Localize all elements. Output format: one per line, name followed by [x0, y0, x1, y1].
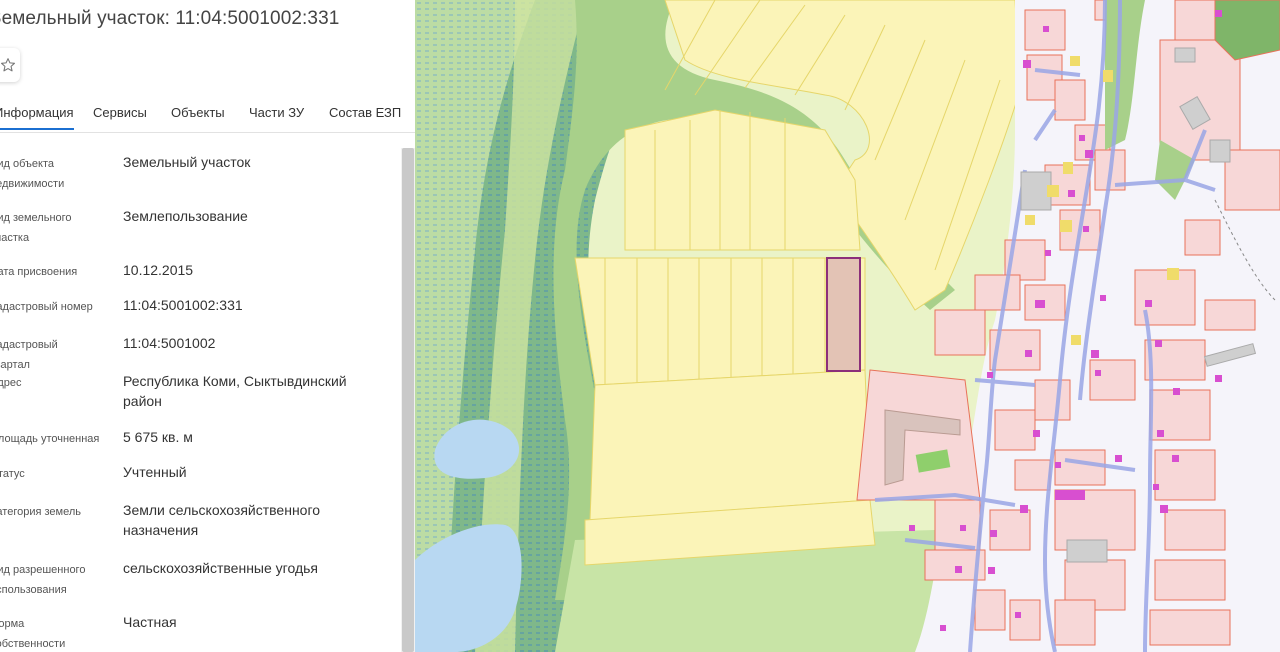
- property-label: Форма собственности: [0, 618, 66, 650]
- property-label: Дата присвоения: [0, 266, 78, 278]
- property-value: 5 675 кв. м: [123, 429, 193, 445]
- star-icon: [0, 58, 15, 72]
- property-label: Адрес: [0, 377, 22, 389]
- cadastral-map[interactable]: [415, 0, 1280, 652]
- scrollbar-thumb[interactable]: [402, 148, 414, 652]
- property-label: Кадастровый номер: [0, 301, 93, 313]
- tab-ezp-composition[interactable]: Состав ЕЗП: [329, 105, 401, 120]
- agricultural-parcel: [624, 109, 861, 251]
- property-value: Учтенный: [123, 464, 187, 480]
- property-label: Кадастровый квартал: [0, 339, 58, 371]
- agricultural-parcel: [589, 369, 871, 521]
- property-label: Категория земель: [0, 506, 81, 518]
- tab-objects[interactable]: Объекты: [171, 105, 225, 120]
- tab-services[interactable]: Сервисы: [93, 105, 147, 120]
- property-label: Вид объекта недвижимости: [0, 158, 65, 190]
- property-value: Республика Коми, Сыктывдинский район: [123, 373, 347, 409]
- tab-bar: Информация Сервисы Объекты Части ЗУ Сост…: [0, 96, 415, 133]
- favorite-button[interactable]: [0, 48, 20, 82]
- map-canvas[interactable]: [415, 0, 1280, 652]
- property-value: Земельный участок: [123, 154, 251, 170]
- property-value: Земли сельскохозяйственного назначения: [123, 502, 321, 538]
- property-label: Вид разрешенного использования: [0, 564, 86, 596]
- property-value: Частная: [123, 614, 177, 630]
- property-value: 10.12.2015: [123, 262, 194, 278]
- property-value: 11:04:5001002: [123, 335, 216, 351]
- property-label: Вид земельного участка: [0, 212, 72, 244]
- info-panel: Земельный участок: 11:04:5001002:331 Инф…: [0, 0, 415, 652]
- tab-info[interactable]: Информация: [0, 105, 74, 130]
- properties-list: Вид объекта недвижимости Земельный участ…: [0, 132, 400, 652]
- property-label: Статус: [0, 468, 25, 480]
- property-label: Площадь уточненная: [0, 433, 100, 445]
- page-title: Земельный участок: 11:04:5001002:331: [0, 8, 340, 29]
- selected-parcel[interactable]: [826, 257, 861, 372]
- property-value: Землепользование: [123, 208, 248, 224]
- property-value: сельскохозяйственные угодья: [123, 560, 318, 576]
- property-value: 11:04:5001002:331: [123, 297, 243, 313]
- agricultural-parcel: [574, 257, 866, 386]
- tab-parcel-parts[interactable]: Части ЗУ: [249, 105, 304, 120]
